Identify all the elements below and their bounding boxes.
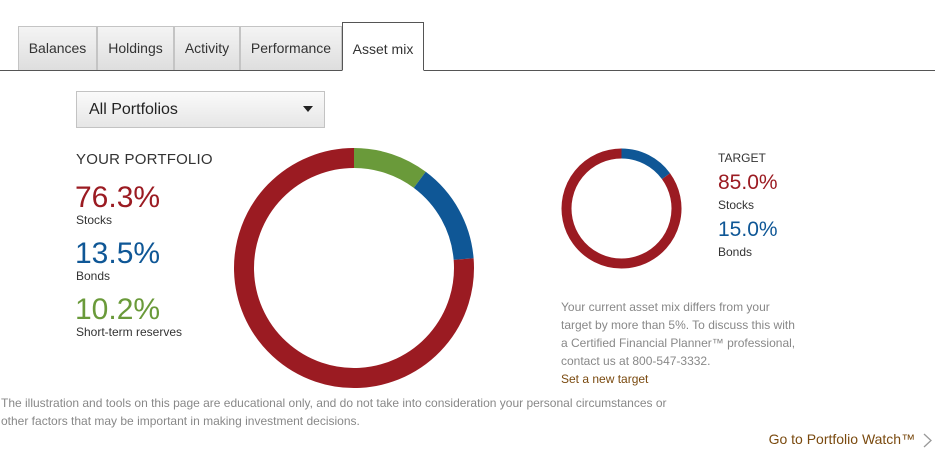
portfolio-donut-chart bbox=[234, 148, 474, 388]
target-slice-bonds bbox=[621, 148, 671, 180]
portfolio-select[interactable]: All Portfolios bbox=[76, 91, 325, 128]
asset-mix-note: Your current asset mix differs from your… bbox=[561, 298, 801, 388]
tab-holdings[interactable]: Holdings bbox=[97, 26, 174, 70]
your-portfolio-heading: YOUR PORTFOLIO bbox=[76, 151, 213, 168]
target-stocks-value: 85.0% bbox=[718, 171, 778, 194]
portfolio-bonds-value: 13.5% bbox=[75, 237, 161, 270]
portfolio-select-value: All Portfolios bbox=[89, 101, 178, 118]
portfolio-watch-link-label: Go to Portfolio Watch™ bbox=[768, 431, 916, 447]
tab-bar: Balances Holdings Activity Performance A… bbox=[0, 0, 935, 71]
tab-balances[interactable]: Balances bbox=[18, 26, 97, 70]
portfolio-reserves-value: 10.2% bbox=[75, 293, 161, 326]
target-donut-chart bbox=[561, 148, 682, 269]
target-heading: TARGET bbox=[718, 151, 766, 165]
disclaimer-text: The illustration and tools on this page … bbox=[1, 396, 667, 428]
portfolio-bonds-label: Bonds bbox=[76, 269, 111, 283]
set-new-target-link[interactable]: Set a new target bbox=[561, 372, 648, 386]
portfolio-slice-bonds bbox=[413, 171, 474, 261]
portfolio-reserves-label: Short-term reserves bbox=[76, 325, 183, 339]
portfolio-slice-short-term-reserves bbox=[353, 148, 426, 189]
tab-activity[interactable]: Activity bbox=[174, 26, 240, 70]
chevron-right-icon bbox=[923, 433, 932, 448]
target-stocks-label: Stocks bbox=[718, 198, 755, 212]
caret-down-icon bbox=[303, 106, 313, 112]
tab-performance[interactable]: Performance bbox=[240, 26, 342, 70]
tab-divider bbox=[0, 70, 935, 71]
tab-asset-mix[interactable]: Asset mix bbox=[342, 22, 424, 71]
target-bonds-value: 15.0% bbox=[718, 218, 778, 241]
portfolio-watch-link[interactable]: Go to Portfolio Watch™ bbox=[769, 431, 932, 448]
portfolio-stocks-label: Stocks bbox=[76, 213, 113, 227]
portfolio-stocks-value: 76.3% bbox=[75, 181, 161, 214]
asset-mix-note-text: Your current asset mix differs from your… bbox=[561, 300, 796, 368]
target-bonds-label: Bonds bbox=[718, 245, 753, 259]
